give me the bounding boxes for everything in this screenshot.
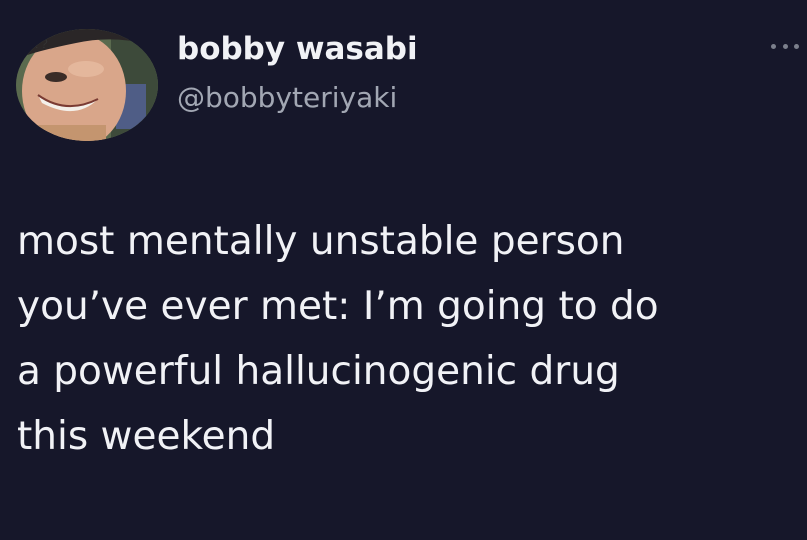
tweet-text-line: a powerful hallucinogenic drug (17, 349, 620, 394)
more-dot (794, 43, 799, 49)
tweet-text-line: you’ve ever met: I’m going to do (17, 284, 659, 329)
display-name[interactable]: bobby wasabi (177, 31, 418, 68)
avatar[interactable]: ??? (16, 29, 158, 141)
tweet-card: ??? bobby wasabi @bobbyteriyaki most men… (0, 0, 807, 540)
more-dot (771, 43, 776, 49)
more-dot (782, 43, 788, 49)
more-horizontal-icon[interactable] (771, 40, 799, 52)
user-handle[interactable]: @bobbyteriyaki (177, 81, 397, 114)
tweet-text: most mentally unstable person you’ve eve… (17, 209, 802, 469)
tweet-text-line: this weekend (17, 414, 276, 459)
tweet-text-line: most mentally unstable person (17, 219, 625, 264)
avatar-caption: ??? (26, 36, 48, 51)
